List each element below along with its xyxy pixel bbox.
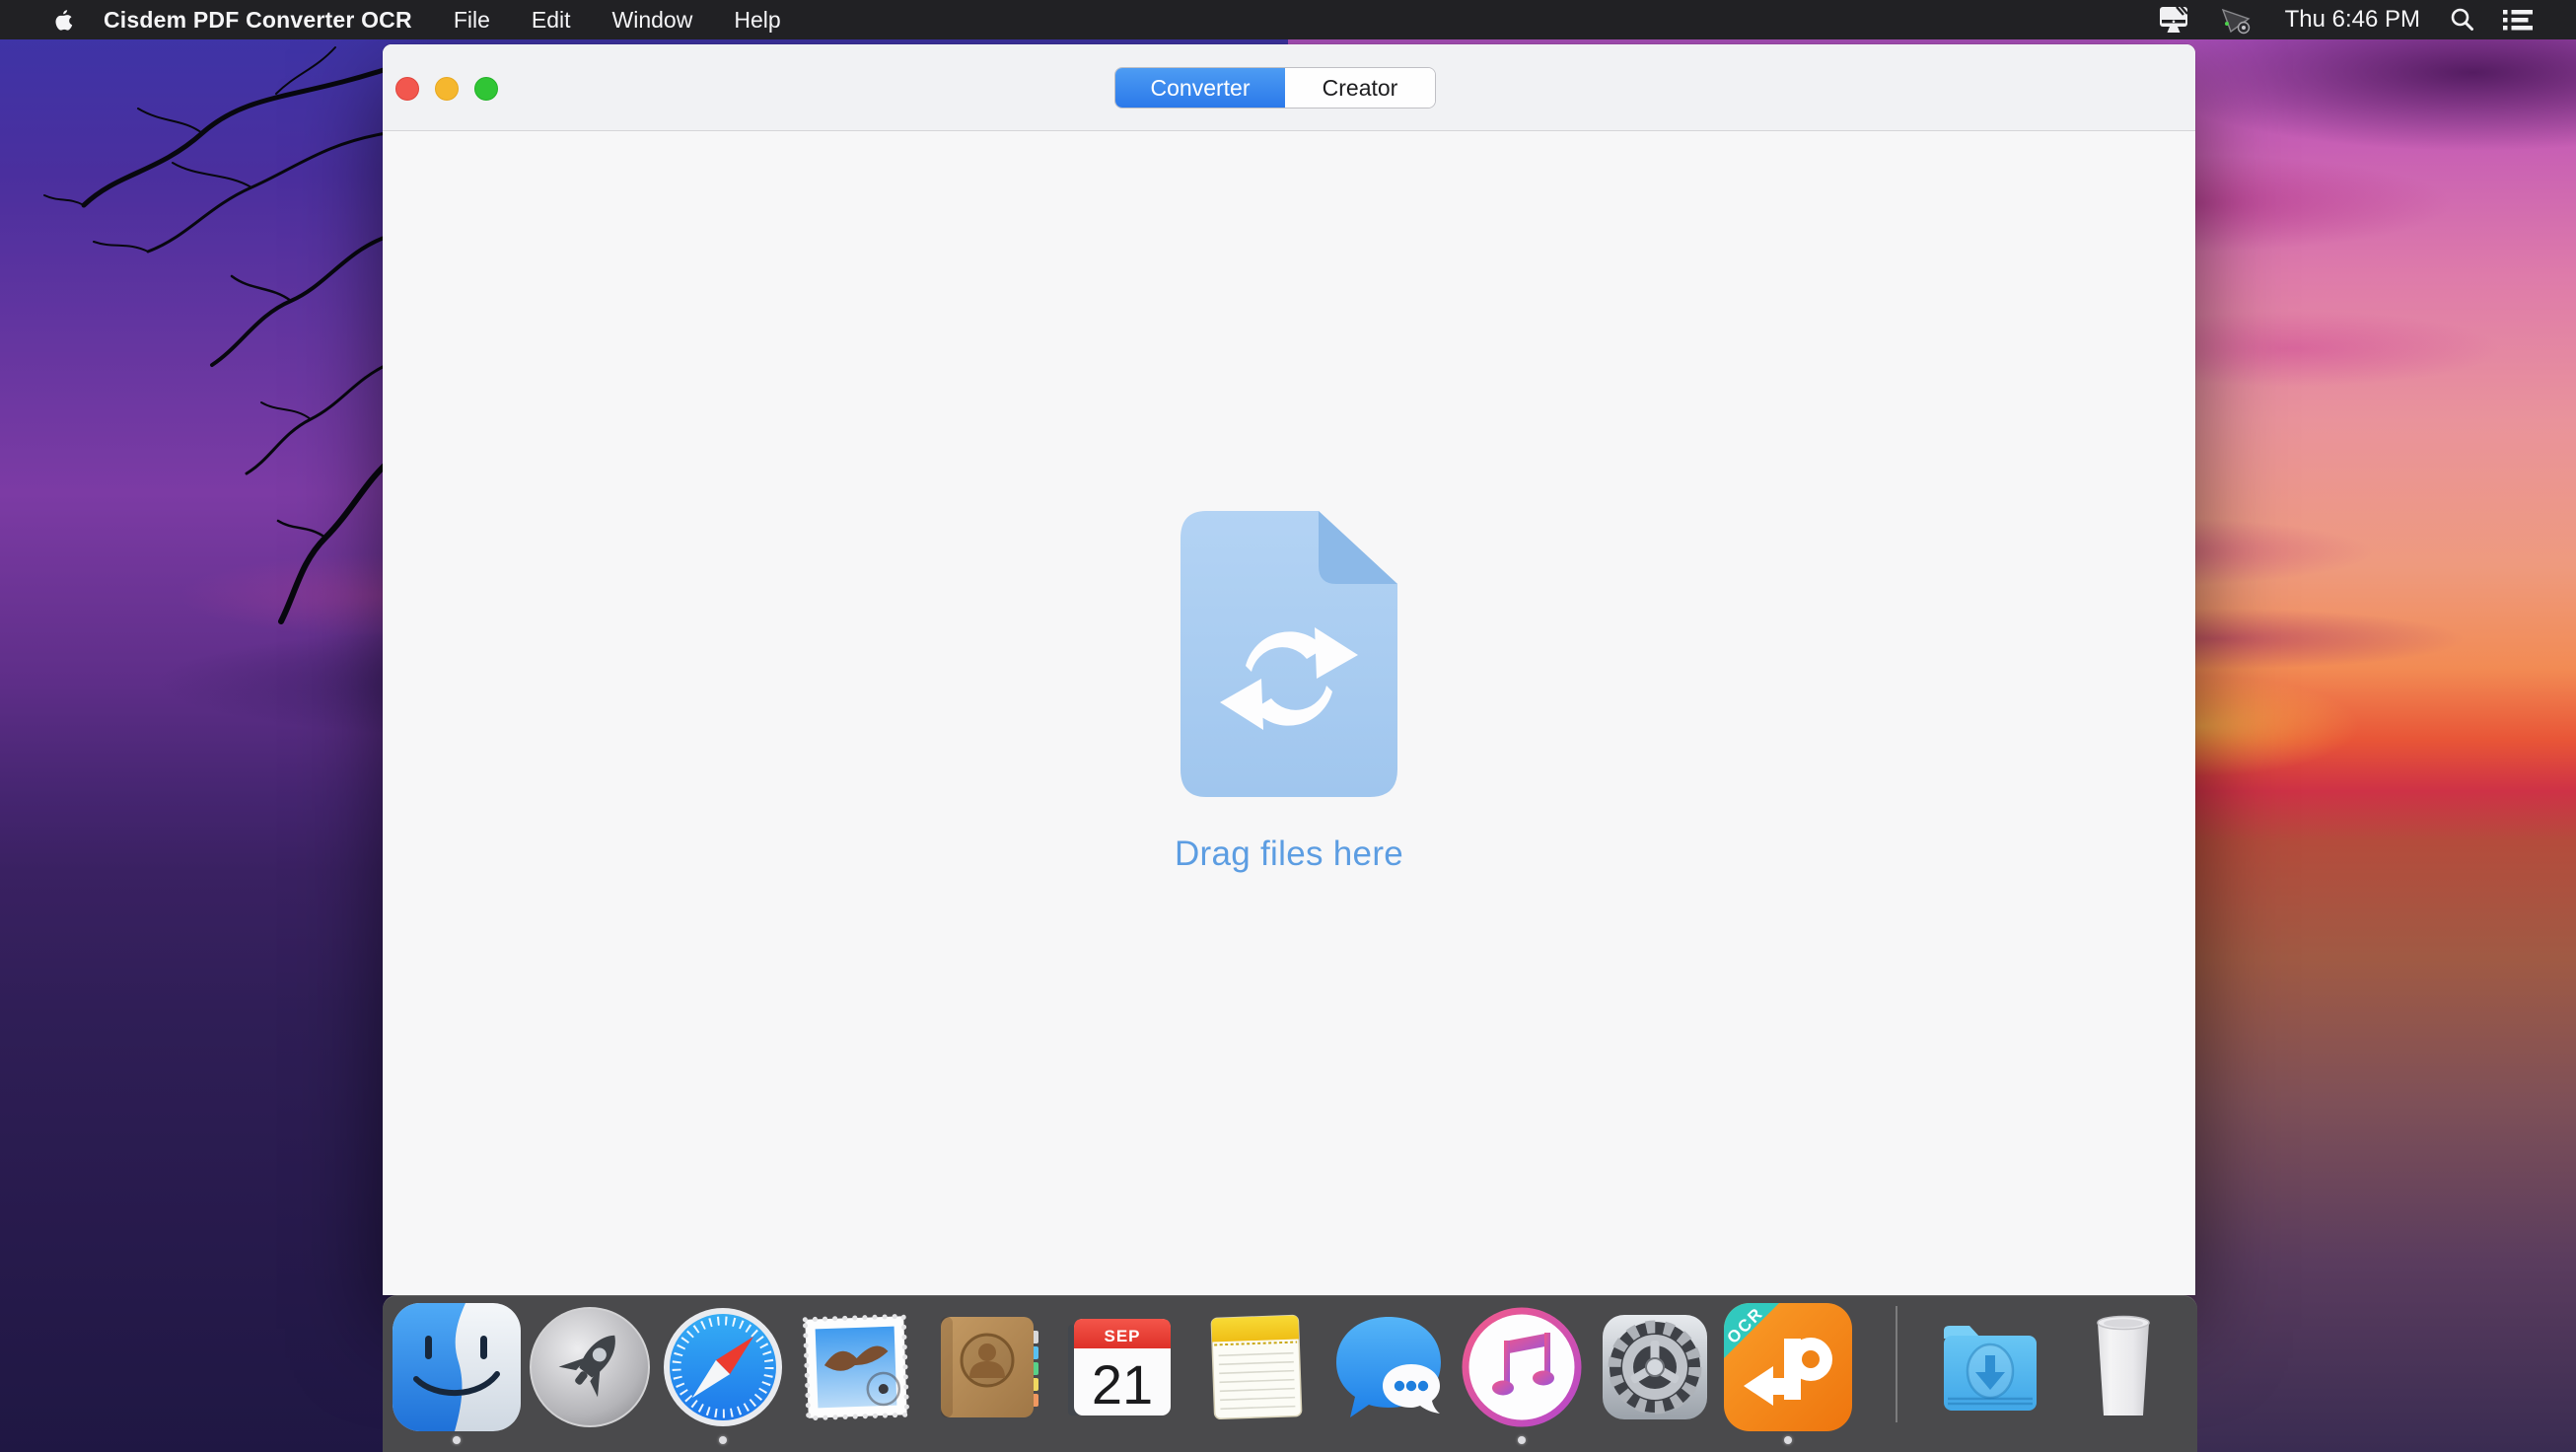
menu-bar: Cisdem PDF Converter OCR File Edit Windo… xyxy=(0,0,2576,39)
menu-edit[interactable]: Edit xyxy=(532,7,571,34)
screen-share-cursor-icon xyxy=(2220,4,2254,36)
running-indicator xyxy=(719,1436,727,1444)
dock-item-messages[interactable] xyxy=(1324,1303,1453,1431)
menu-bar-clock[interactable]: Thu 6:46 PM xyxy=(2285,6,2420,34)
screen-share-menu-extra[interactable] xyxy=(2206,0,2267,39)
dock: SEP 21 xyxy=(383,1295,2197,1452)
menu-bar-status-area: Thu 6:46 PM xyxy=(2143,0,2576,39)
window-titlebar[interactable]: Converter Creator xyxy=(383,44,2195,131)
notes-icon xyxy=(1191,1303,1320,1431)
trash-icon xyxy=(2059,1303,2187,1431)
tab-creator[interactable]: Creator xyxy=(1285,68,1435,108)
close-button[interactable] xyxy=(395,77,419,101)
dock-item-itunes[interactable] xyxy=(1458,1303,1586,1431)
zoom-button[interactable] xyxy=(474,77,498,101)
dock-item-cisdem-pdf-converter-ocr[interactable]: OCR xyxy=(1724,1303,1852,1431)
dock-item-mail[interactable] xyxy=(792,1303,920,1431)
minimize-button[interactable] xyxy=(435,77,459,101)
apple-menu[interactable] xyxy=(39,0,88,39)
dock-item-safari[interactable] xyxy=(659,1303,787,1431)
tree-branches xyxy=(0,39,387,690)
running-indicator xyxy=(453,1436,461,1444)
spotlight-menu-extra[interactable] xyxy=(2436,0,2489,39)
dock-item-notes[interactable] xyxy=(1191,1303,1320,1431)
itunes-icon xyxy=(1458,1303,1586,1431)
contacts-icon xyxy=(925,1303,1053,1431)
calendar-icon: SEP 21 xyxy=(1058,1303,1186,1431)
dock-item-system-preferences[interactable] xyxy=(1591,1303,1719,1431)
active-app-menu[interactable]: Cisdem PDF Converter OCR xyxy=(104,7,412,34)
running-indicator xyxy=(1518,1436,1526,1444)
dropzone-label: Drag files here xyxy=(383,835,2195,874)
dock-item-finder[interactable] xyxy=(393,1303,521,1431)
launchpad-icon xyxy=(526,1303,654,1431)
notification-center-menu-extra[interactable] xyxy=(2489,0,2546,39)
dock-item-calendar[interactable]: SEP 21 xyxy=(1058,1303,1186,1431)
display-mirroring-icon xyxy=(2157,5,2192,35)
menu-window[interactable]: Window xyxy=(612,7,693,34)
finder-icon xyxy=(393,1303,521,1431)
menu-bar-left: Cisdem PDF Converter OCR File Edit Windo… xyxy=(0,0,781,39)
desktop: Cisdem PDF Converter OCR File Edit Windo… xyxy=(0,0,2576,1452)
menu-file[interactable]: File xyxy=(454,7,490,34)
dock-item-contacts[interactable] xyxy=(925,1303,1053,1431)
dock-item-launchpad[interactable] xyxy=(526,1303,654,1431)
mail-icon xyxy=(792,1303,920,1431)
downloads-folder-icon xyxy=(1926,1303,2054,1431)
system-preferences-icon xyxy=(1591,1303,1719,1431)
safari-icon xyxy=(659,1303,787,1431)
notification-center-icon xyxy=(2503,8,2533,32)
cisdem-pdf-converter-ocr-icon: OCR xyxy=(1724,1303,1852,1431)
dock-separator xyxy=(1896,1306,1897,1422)
menu-help[interactable]: Help xyxy=(734,7,780,34)
dock-item-trash[interactable] xyxy=(2059,1303,2187,1431)
calendar-day: 21 xyxy=(1092,1353,1153,1416)
app-window: Converter Creator xyxy=(383,44,2195,1295)
document-sync-icon xyxy=(1181,511,1397,797)
window-content: Drag files here xyxy=(383,132,2195,1295)
tab-converter[interactable]: Converter xyxy=(1115,68,1285,108)
messages-icon xyxy=(1324,1303,1453,1431)
display-mirroring-menu-extra[interactable] xyxy=(2143,0,2206,39)
spotlight-search-icon xyxy=(2450,7,2475,33)
dock-item-downloads-folder[interactable] xyxy=(1926,1303,2054,1431)
mode-segmented-control: Converter Creator xyxy=(1114,67,1436,109)
running-indicator xyxy=(1784,1436,1792,1444)
file-dropzone[interactable]: Drag files here xyxy=(383,132,2195,1295)
apple-icon xyxy=(53,8,74,33)
calendar-month: SEP xyxy=(1104,1327,1140,1345)
